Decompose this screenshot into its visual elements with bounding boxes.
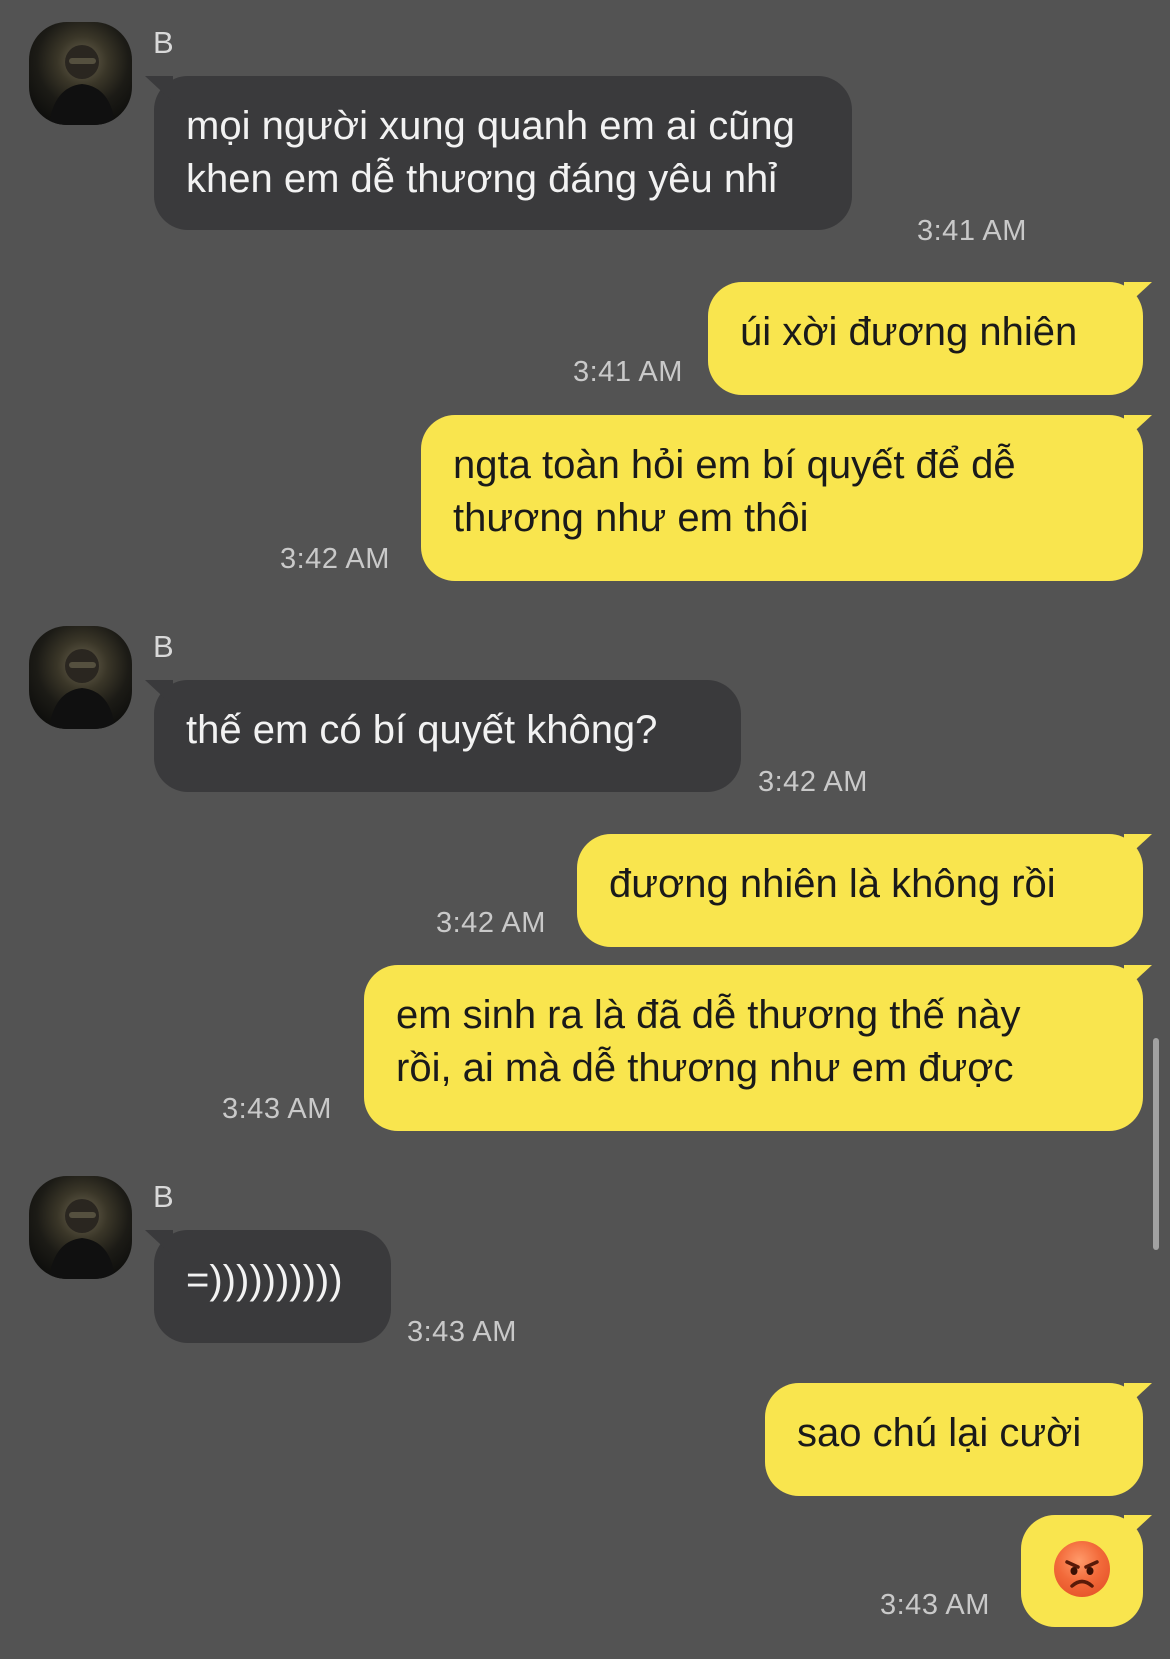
message-text: sao chú lại cười (797, 1411, 1082, 1455)
message-text: thế em có bí quyết không? (186, 708, 658, 752)
message-bubble-outgoing[interactable]: úi xời đương nhiên (708, 282, 1143, 395)
message-bubble-incoming[interactable]: =)))))))))) (154, 1230, 391, 1343)
message-text: úi xời đương nhiên (740, 310, 1078, 354)
message-bubble-incoming[interactable]: thế em có bí quyết không? (154, 680, 741, 792)
message-text: đương nhiên là không rồi (609, 862, 1056, 906)
sender-name: B (153, 1179, 174, 1214)
scrollbar[interactable] (1153, 1038, 1159, 1250)
message-text: =)))))))))) (186, 1258, 343, 1302)
sender-name: B (153, 25, 174, 60)
message-bubble-outgoing-emoji[interactable] (1021, 1515, 1143, 1627)
message-timestamp: 3:41 AM (917, 215, 1027, 247)
message-text-line: thương như em thôi (453, 496, 809, 540)
message-timestamp: 3:42 AM (436, 907, 546, 939)
avatar[interactable] (29, 626, 132, 729)
message-timestamp: 3:42 AM (758, 766, 868, 798)
angry-face-icon (1054, 1541, 1110, 1597)
avatar[interactable] (29, 22, 132, 125)
message-bubble-outgoing[interactable]: sao chú lại cười (765, 1383, 1143, 1496)
message-text-line: ngta toàn hỏi em bí quyết để dễ (453, 443, 1016, 487)
message-timestamp: 3:43 AM (880, 1589, 990, 1621)
message-text-line: em sinh ra là đã dễ thương thế này (396, 993, 1021, 1037)
avatar[interactable] (29, 1176, 132, 1279)
message-timestamp: 3:43 AM (407, 1316, 517, 1348)
message-bubble-outgoing[interactable]: đương nhiên là không rồi (577, 834, 1143, 947)
sender-name: B (153, 629, 174, 664)
message-timestamp: 3:41 AM (573, 356, 683, 388)
message-timestamp: 3:42 AM (280, 543, 390, 575)
message-text-line: rồi, ai mà dễ thương như em được (396, 1046, 1014, 1090)
message-text-line: khen em dễ thương đáng yêu nhỉ (186, 157, 778, 201)
message-timestamp: 3:43 AM (222, 1093, 332, 1125)
message-bubble-incoming[interactable]: mọi người xung quanh em ai cũng khen em … (154, 76, 852, 230)
message-text-line: mọi người xung quanh em ai cũng (186, 104, 795, 148)
message-bubble-outgoing[interactable]: ngta toàn hỏi em bí quyết để dễ thương n… (421, 415, 1143, 581)
chat-thread[interactable]: B mọi người xung quanh em ai cũng khen e… (0, 0, 1170, 1659)
message-bubble-outgoing[interactable]: em sinh ra là đã dễ thương thế này rồi, … (364, 965, 1143, 1131)
